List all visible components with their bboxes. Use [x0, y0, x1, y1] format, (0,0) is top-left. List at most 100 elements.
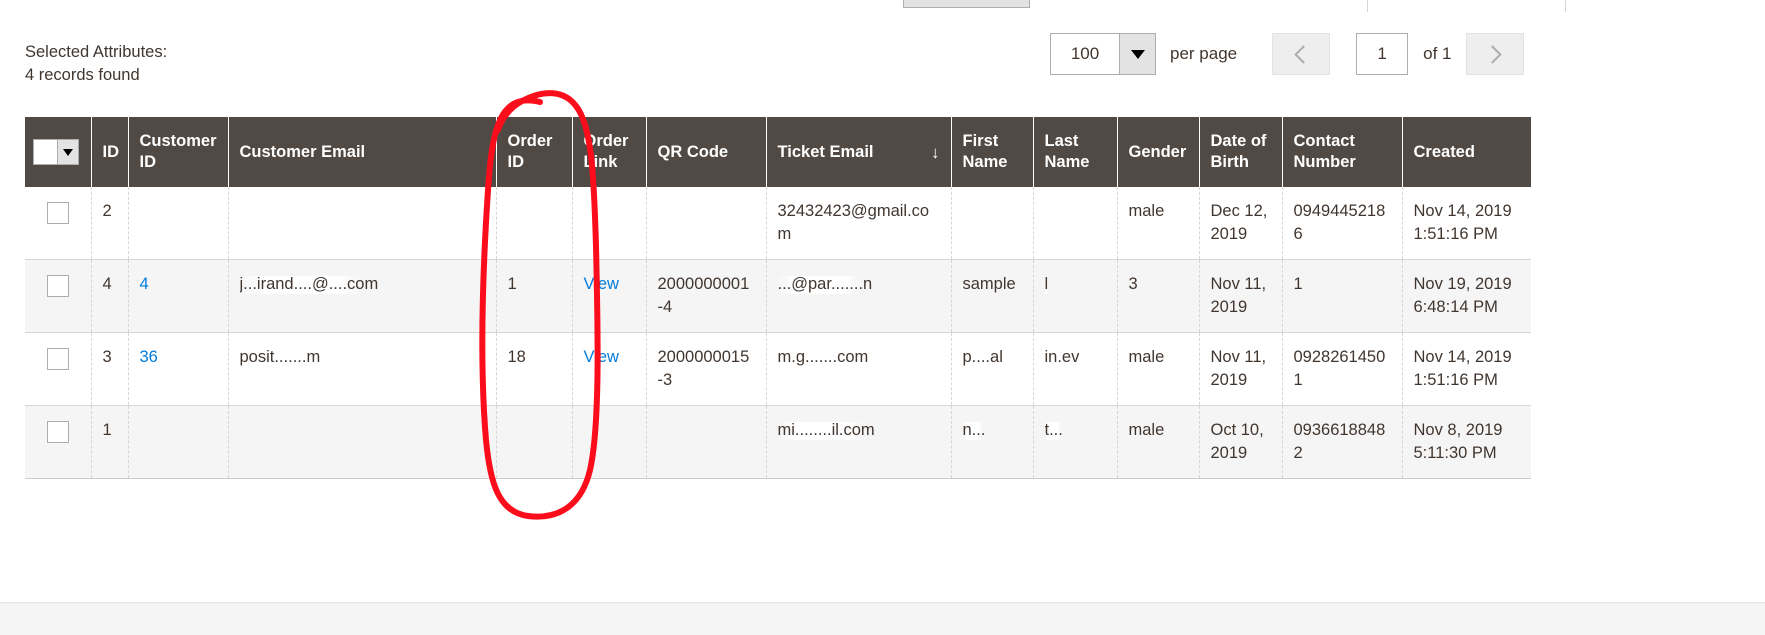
column-header-created[interactable]: Created: [1402, 117, 1531, 187]
cell-gender: male: [1117, 405, 1200, 479]
cell-contact-number-text: 09494452186: [1293, 202, 1386, 243]
column-header-customer-id[interactable]: Customer ID: [128, 117, 229, 187]
cell-id: 1: [91, 405, 129, 479]
chevron-down-icon[interactable]: [1119, 34, 1155, 74]
cell-last-name-text: l: [1044, 273, 1049, 296]
cell-order-link[interactable]: View: [572, 332, 647, 406]
cell-date-of-birth: Dec 12, 2019: [1199, 187, 1283, 260]
cell-order-link[interactable]: View: [572, 259, 647, 333]
column-header-order-link[interactable]: Order Link: [572, 117, 647, 187]
cell-created-text: Nov 14, 2019 1:51:16 PM: [1413, 202, 1512, 243]
row-checkbox[interactable]: [46, 348, 69, 370]
cell-date-of-birth: Nov 11, 2019: [1199, 259, 1283, 333]
column-header-date-of-birth[interactable]: Date of Birth: [1199, 117, 1283, 187]
grid-summary: Selected Attributes: 4 records found: [25, 41, 167, 87]
column-header-qr-code[interactable]: QR Code: [646, 117, 767, 187]
cell-id-text: 1: [102, 421, 112, 439]
table-row[interactable]: 4 4 j...irand....@....com 1 View 2000000001-4…: [25, 259, 1531, 333]
cell-qr-code: 2000000001-4: [646, 259, 767, 333]
cell-customer-id: [128, 187, 229, 260]
cell-last-name: in.ev: [1033, 332, 1118, 406]
records-found-label: 4 records found: [25, 66, 140, 84]
cell-qr-code: 2000000015-3: [646, 332, 767, 406]
cell-contact-number: 09366188482: [1282, 405, 1403, 479]
cell-order-link: [572, 187, 647, 260]
cell-created: Nov 14, 2019 1:51:16 PM: [1402, 332, 1531, 406]
clipped-top-control[interactable]: [903, 0, 1030, 8]
cell-qr-code: [646, 405, 767, 479]
table-row[interactable]: 2 32432423@gmail.com male Dec 12, 2019 09494…: [25, 187, 1531, 260]
row-checkbox[interactable]: [46, 202, 69, 224]
cell-last-name: t...: [1033, 405, 1118, 479]
cell-customer-id[interactable]: 4: [128, 259, 229, 333]
cell-id: 2: [91, 187, 129, 260]
cell-contact-number-text: 09366188482: [1293, 421, 1386, 462]
customer-id-link[interactable]: 4: [140, 275, 149, 293]
cell-first-name: n...: [951, 405, 1034, 479]
cell-first-name-text: n...: [962, 419, 986, 442]
cell-date-of-birth-text: Nov 11, 2019: [1210, 348, 1267, 389]
previous-page-button[interactable]: [1272, 33, 1331, 75]
cell-order-id: 18: [496, 332, 573, 406]
order-link[interactable]: View: [584, 275, 619, 293]
cell-date-of-birth-text: Dec 12, 2019: [1210, 202, 1268, 243]
cell-customer-id[interactable]: 36: [128, 332, 229, 406]
page-number-value: 1: [1377, 44, 1387, 63]
cell-select[interactable]: [25, 405, 92, 479]
chevron-right-icon: [1483, 44, 1503, 64]
cell-ticket-email: m.g.......com: [766, 332, 952, 406]
cell-id: 3: [91, 332, 129, 406]
column-header-order-id[interactable]: Order ID: [496, 117, 573, 187]
per-page-value: 100: [1070, 44, 1100, 63]
per-page-select[interactable]: 100: [1050, 33, 1156, 75]
data-grid: ID Customer ID Customer Email Order ID O…: [25, 117, 1531, 479]
cell-ticket-email-text: 32432423@gmail.com: [777, 202, 930, 243]
table-row[interactable]: 3 36 posit.......m 18 View 2000000015-3 m.g...…: [25, 332, 1531, 406]
customer-id-link[interactable]: 36: [140, 348, 158, 366]
column-header-customer-email[interactable]: Customer Email: [228, 117, 497, 187]
caret-down-icon[interactable]: [57, 140, 78, 164]
cell-last-name: l: [1033, 259, 1118, 333]
cell-order-id-text: 18: [507, 348, 526, 366]
cell-last-name: [1033, 187, 1118, 260]
cell-first-name: [951, 187, 1034, 260]
total-pages-label: of 1: [1423, 44, 1452, 63]
column-header-last-name[interactable]: Last Name: [1033, 117, 1118, 187]
cell-contact-number: 09282614501: [1282, 332, 1403, 406]
cell-first-name: sample: [951, 259, 1034, 333]
order-link[interactable]: View: [584, 348, 619, 366]
cell-customer-email: [228, 405, 497, 479]
column-header-first-name[interactable]: First Name: [951, 117, 1034, 187]
page-footer-band: [0, 602, 1765, 635]
column-header-contact-number[interactable]: Contact Number: [1282, 117, 1403, 187]
next-page-button[interactable]: [1466, 33, 1525, 75]
cell-order-id-text: 1: [507, 275, 517, 293]
row-checkbox[interactable]: [46, 275, 69, 297]
cell-select[interactable]: [25, 332, 92, 406]
cell-customer-email: [228, 187, 497, 260]
cell-ticket-email-text: mi........il.com: [777, 419, 875, 442]
cell-ticket-email: ...@par.......n: [766, 259, 952, 333]
cell-select[interactable]: [25, 259, 92, 333]
column-header-id[interactable]: ID: [91, 117, 129, 187]
cell-customer-id: [128, 405, 229, 479]
column-header-ticket-email[interactable]: Ticket Email ↓: [766, 117, 952, 187]
cell-customer-email: posit.......m: [228, 332, 497, 406]
row-checkbox[interactable]: [46, 421, 69, 443]
cell-created-text: Nov 8, 2019 5:11:30 PM: [1413, 421, 1503, 462]
mass-select-dropdown[interactable]: [33, 139, 79, 165]
table-row[interactable]: 1 mi........il.com n... t... male Oct 10, 201…: [25, 405, 1531, 479]
column-header-select[interactable]: [25, 117, 92, 187]
cell-gender-text: male: [1128, 348, 1165, 366]
page-root: Selected Attributes: 4 records found 100…: [0, 0, 1765, 635]
cell-gender-text: 3: [1128, 275, 1138, 293]
cell-contact-number: 09494452186: [1282, 187, 1403, 260]
page-number-input[interactable]: 1: [1356, 33, 1409, 75]
cell-ticket-email-text: ...@par.......n: [777, 273, 873, 296]
column-header-gender[interactable]: Gender: [1117, 117, 1200, 187]
arrow-down-icon: ↓: [931, 142, 940, 162]
cell-select[interactable]: [25, 187, 92, 260]
cell-contact-number-text: 1: [1293, 275, 1303, 293]
cell-created-text: Nov 19, 2019 6:48:14 PM: [1413, 275, 1512, 316]
cell-qr-code: [646, 187, 767, 260]
